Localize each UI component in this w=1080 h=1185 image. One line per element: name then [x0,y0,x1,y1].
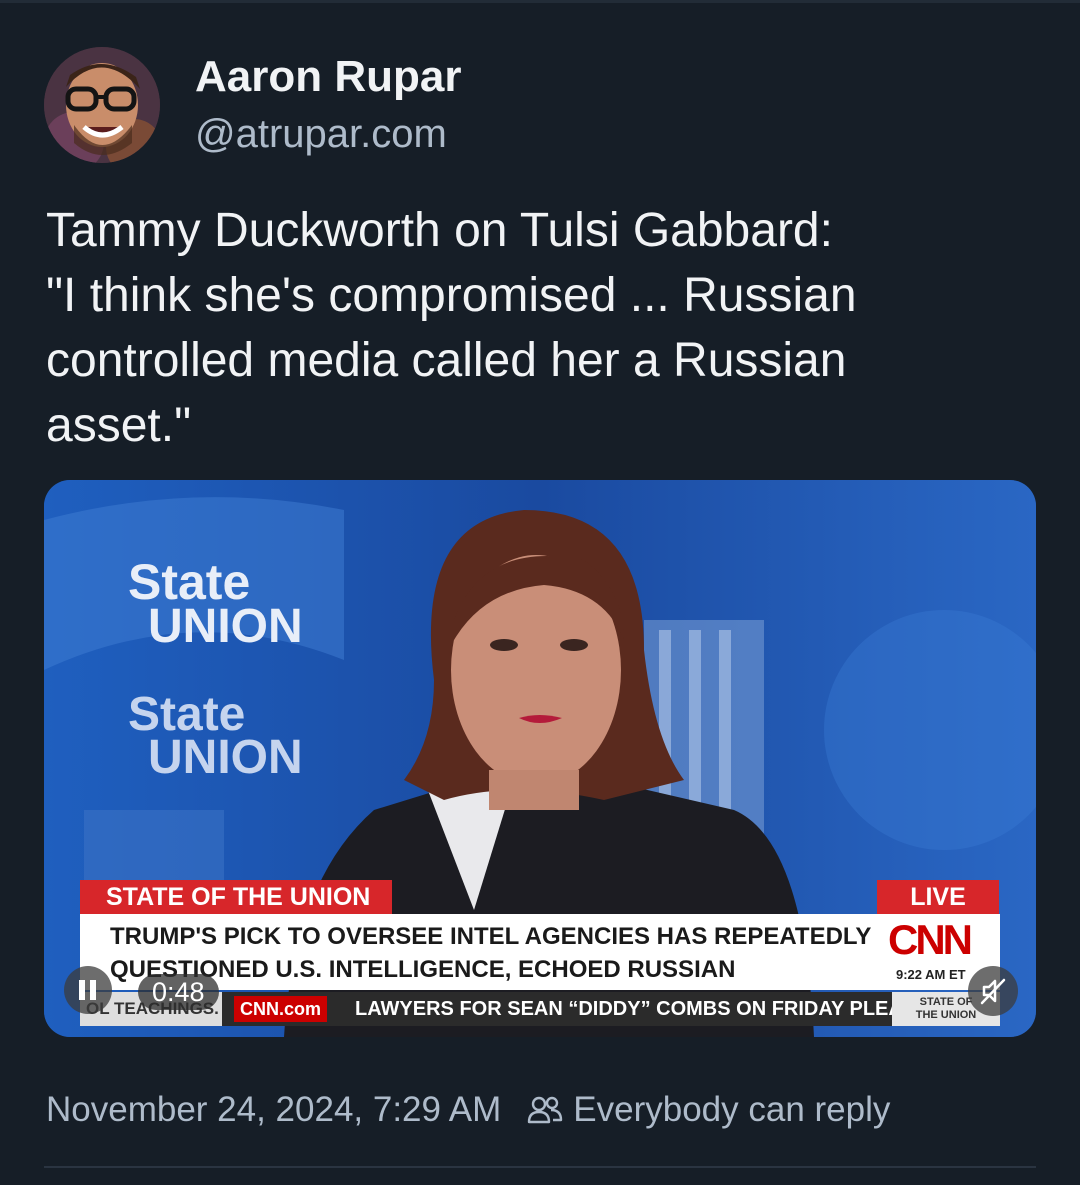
headline-line-1: TRUMP'S PICK TO OVERSEE INTEL AGENCIES H… [110,923,872,950]
pause-icon [79,980,96,1000]
avatar-image [44,47,160,163]
volume-muted-icon [980,978,1006,1005]
lower-third-tag: STATE OF THE UNION [80,880,393,914]
ticker-text: LAWYERS FOR SEAN “DIDDY” COMBS ON FRIDAY… [355,998,918,1020]
mute-button[interactable] [968,966,1018,1016]
pause-button[interactable] [64,966,112,1014]
reply-setting[interactable]: Everybody can reply [573,1090,890,1130]
bottom-divider [44,1166,1036,1168]
network-time: 9:22 AM ET [896,967,966,982]
post-meta: November 24, 2024, 7:29 AM Everybody can… [46,1086,890,1134]
show-logo-top: State UNION [128,554,303,653]
live-tag: LIVE [877,880,999,914]
top-divider [0,0,1080,3]
cnn-logo: CNN [888,916,973,963]
video-player[interactable]: State UNION State UNION STATE OF THE UNI… [44,480,1036,1037]
show-logo-bottom: State UNION [128,688,303,785]
author-avatar[interactable] [44,47,160,163]
ticker-site: CNN.com [234,996,328,1022]
video-timecode: 0:48 [138,974,219,1010]
author-name[interactable]: Aaron Rupar [195,52,461,102]
post-timestamp[interactable]: November 24, 2024, 7:29 AM [46,1090,501,1130]
post-text: Tammy Duckworth on Tulsi Gabbard: "I thi… [46,204,857,452]
author-handle[interactable]: @atrupar.com [195,112,447,157]
people-icon [527,1095,563,1125]
